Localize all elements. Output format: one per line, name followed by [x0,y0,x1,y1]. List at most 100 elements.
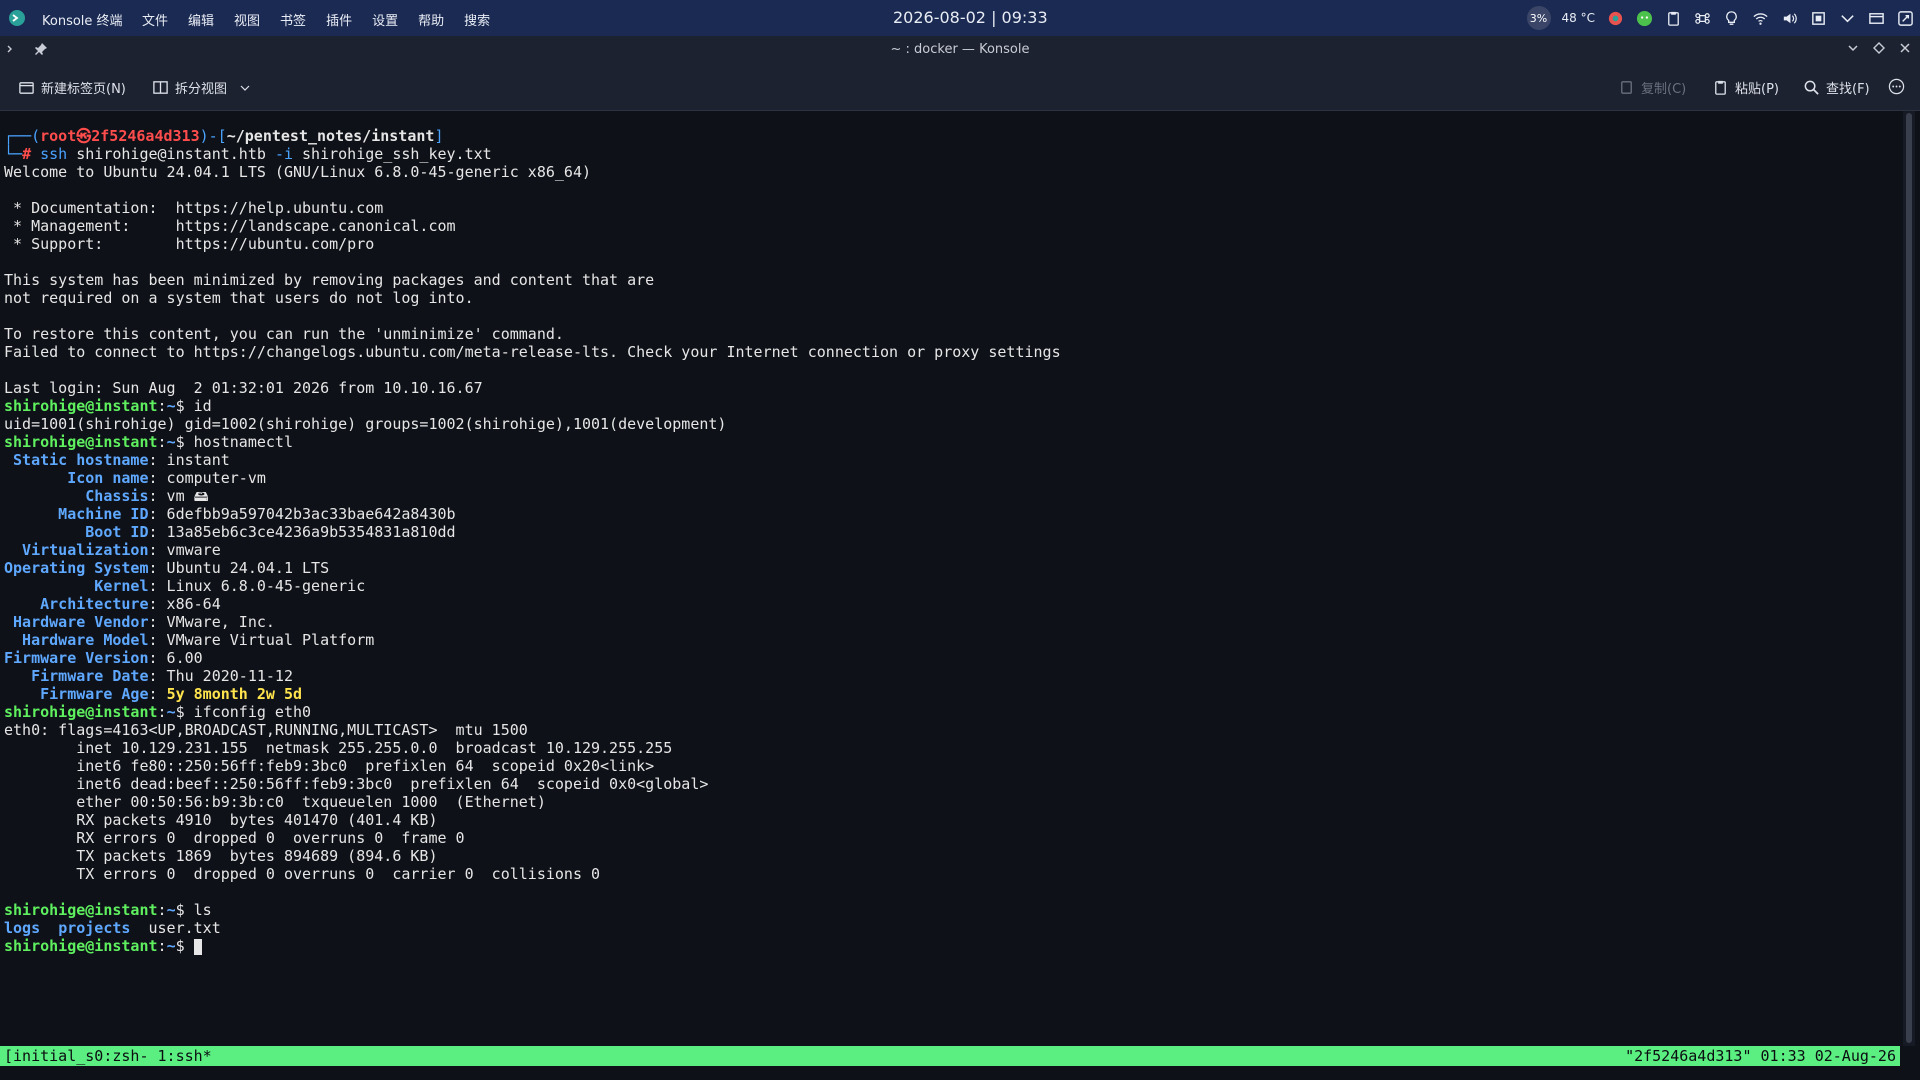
menu-plugins[interactable]: 插件 [326,10,352,29]
terminal-text: : [157,433,167,451]
terminal-text: ~/pentest_notes/instant [226,127,435,145]
terminal-text: RX packets 4910 bytes 401470 (401.4 KB) [4,811,438,829]
terminal-text: Firmware Version [4,649,149,667]
clipboard-icon[interactable] [1664,9,1682,27]
konsole-app-icon[interactable] [8,9,26,27]
menu-help[interactable]: 帮助 [418,10,444,29]
terminal-output: ┌──(root㉿2f5246a4d313)-[~/pentest_notes/… [4,127,1061,955]
split-view-button[interactable]: 拆分视图 [152,78,251,97]
volume-icon[interactable] [1780,9,1798,27]
konsole-toolbar: 新建标签页(N) 拆分视图 复制(C) 粘贴(P) 查找(F) [0,64,1920,111]
terminal-line: Firmware Version: 6.00 [4,649,1061,667]
menu-file[interactable]: 文件 [142,10,168,29]
terminal-line: Failed to connect to https://changelogs.… [4,343,1061,361]
terminal-line: Last login: Sun Aug 2 01:32:01 2026 from… [4,379,1061,397]
terminal-text: : 6.00 [148,649,203,667]
terminal-line: eth0: flags=4163<UP,BROADCAST,RUNNING,MU… [4,721,1061,739]
terminal-text: Last login: Sun Aug 2 01:32:01 2026 from… [4,379,483,397]
terminal-text: uid=1001(shirohige) gid=1002(shirohige) … [4,415,727,433]
more-options-button[interactable] [1888,78,1905,95]
terminal-text: : instant [148,451,230,469]
scrollbar-thumb[interactable] [1906,113,1912,1043]
terminal-text: : x86-64 [148,595,221,613]
tmux-status-bar: [initial_s0:zsh- 1:ssh* "2f5246a4d313" 0… [0,1046,1900,1066]
terminal-text: To restore this content, you can run the… [4,325,564,343]
terminal-text: : Linux 6.8.0-45-generic [148,577,366,595]
maximize-icon[interactable] [1872,41,1886,55]
window-icon[interactable] [1867,9,1885,27]
paste-button[interactable]: 粘贴(P) [1712,78,1779,97]
screenshot-icon[interactable] [1896,9,1914,27]
chip-icon[interactable] [1809,9,1827,27]
window-title: ~ : docker — Konsole [890,42,1030,57]
terminal-text: ssh [40,145,77,163]
terminal-text: shirohige@instant [4,433,158,451]
terminal-text: logs [4,919,41,937]
app-name[interactable]: Konsole 终端 [42,10,123,29]
terminal-text: : [157,397,167,415]
terminal-text: : [148,685,167,703]
menu-bookmarks[interactable]: 书签 [280,10,306,29]
terminal-text: shirohige@instant [4,397,158,415]
terminal-text: ┌──( [4,127,41,145]
terminal-text: : [157,901,167,919]
terminal-line: ┌──(root㉿2f5246a4d313)-[~/pentest_notes/… [4,127,1061,145]
terminal-text: $ ifconfig eth0 [175,703,312,721]
menu-settings[interactable]: 设置 [372,10,398,29]
terminal-line: shirohige@instant:~$ ls [4,901,1061,919]
terminal-text: ] [434,127,444,145]
temperature-indicator[interactable]: 48 °C [1562,11,1595,25]
terminal-line: RX packets 4910 bytes 401470 (401.4 KB) [4,811,1061,829]
terminal-line: * Support: https://ubuntu.com/pro [4,235,1061,253]
terminal-text: Architecture [4,595,149,613]
terminal-text: inet6 fe80::250:56ff:feb9:3bc0 prefixlen… [4,757,655,775]
paste-icon [1715,80,1726,95]
lightbulb-icon[interactable] [1722,9,1740,27]
terminal-text: shirohige@instant [4,937,158,955]
command-icon[interactable] [1693,9,1711,27]
terminal-line: TX errors 0 dropped 0 overruns 0 carrier… [4,865,1061,883]
terminal-line: shirohige@instant:~$ ifconfig eth0 [4,703,1061,721]
terminal-text: : [157,703,167,721]
terminal-line: uid=1001(shirohige) gid=1002(shirohige) … [4,415,1061,433]
terminal-scrollbar[interactable] [1903,111,1915,1046]
terminal-text: : Thu 2020-11-12 [148,667,294,685]
terminal-text: Operating System [4,559,149,577]
menu-view[interactable]: 视图 [234,10,260,29]
terminal-text: shirohige@instant [4,901,158,919]
terminal-text: not required on a system that users do n… [4,289,474,307]
terminal-line: Kernel: Linux 6.8.0-45-generic [4,577,1061,595]
terminal-text: Hardware Vendor [4,613,149,631]
terminal-line: To restore this content, you can run the… [4,325,1061,343]
terminal-text: inet6 dead:beef::250:56ff:feb9:3bc0 pref… [4,775,709,793]
terminal-text: Failed to connect to https://changelogs.… [4,343,1061,361]
menu-edit[interactable]: 编辑 [188,10,214,29]
paste-label: 粘贴(P) [1735,82,1779,97]
terminal-view[interactable]: ┌──(root㉿2f5246a4d313)-[~/pentest_notes/… [0,111,1900,1046]
close-icon[interactable] [1898,41,1912,55]
cat-icon[interactable] [1635,9,1653,27]
wifi-icon[interactable] [1751,9,1769,27]
minimize-icon[interactable] [1846,41,1860,55]
color-picker-icon[interactable] [1606,9,1624,27]
chevron-down-icon[interactable] [1838,9,1856,27]
find-button[interactable]: 查找(F) [1803,78,1870,97]
cpu-usage-indicator[interactable]: 3% [1526,6,1551,30]
terminal-line: logs projects user.txt [4,919,1061,937]
terminal-text: shirohige@instant.htb [76,145,275,163]
new-tab-button[interactable]: 新建标签页(N) [18,78,126,97]
terminal-text: Icon name [4,469,149,487]
terminal-line: Icon name: computer-vm [4,469,1061,487]
clock[interactable]: 2026-08-02 | 09:33 [893,8,1048,27]
split-view-label: 拆分视图 [175,82,228,97]
menu-search[interactable]: 搜索 [464,10,490,29]
terminal-line: * Management: https://landscape.canonica… [4,217,1061,235]
terminal-text: $ ls [175,901,212,919]
terminal-text: : vm 🖴 [148,487,209,505]
terminal-line: └─# ssh shirohige@instant.htb -i shirohi… [4,145,1061,163]
copy-button[interactable]: 复制(C) [1618,78,1686,97]
terminal-text: : VMware, Inc. [148,613,275,631]
find-label: 查找(F) [1826,82,1870,97]
terminal-cursor [193,939,202,955]
